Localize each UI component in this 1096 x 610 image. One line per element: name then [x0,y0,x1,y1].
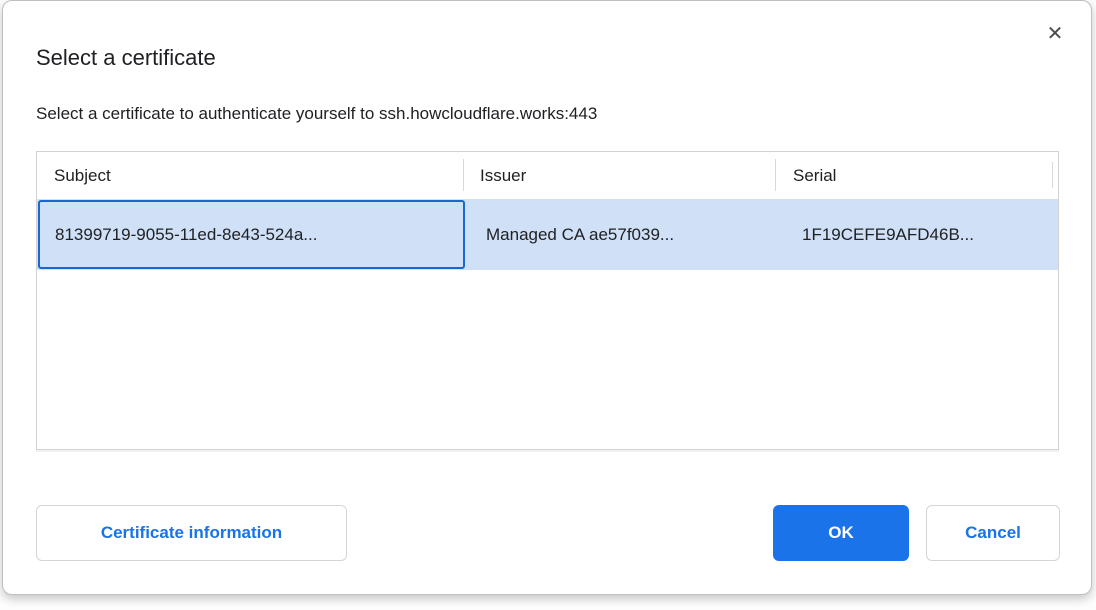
column-header-subject: Subject [37,152,463,199]
certificate-table: Subject Issuer Serial 81399719-9055-11ed… [36,151,1059,450]
column-divider [1052,162,1053,188]
table-header-row: Subject Issuer Serial [37,152,1058,199]
cell-subject: 81399719-9055-11ed-8e43-524a... [38,200,465,269]
cell-serial: 1F19CEFE9AFD46B... [776,199,1058,270]
cell-issuer: Managed CA ae57f039... [465,199,776,270]
close-icon[interactable]: ✕ [1039,17,1071,49]
column-divider [463,159,464,191]
column-divider [775,159,776,191]
dialog-subtitle: Select a certificate to authenticate you… [36,104,597,124]
column-header-issuer: Issuer [463,152,775,199]
certificate-select-dialog: ✕ Select a certificate Select a certific… [2,0,1092,595]
ok-button[interactable]: OK [773,505,909,561]
certificate-information-button[interactable]: Certificate information [36,505,347,561]
certificate-row-selected[interactable]: 81399719-9055-11ed-8e43-524a... Managed … [37,199,1058,270]
dialog-title: Select a certificate [36,45,216,71]
cancel-button[interactable]: Cancel [926,505,1060,561]
column-header-serial: Serial [775,152,1058,199]
